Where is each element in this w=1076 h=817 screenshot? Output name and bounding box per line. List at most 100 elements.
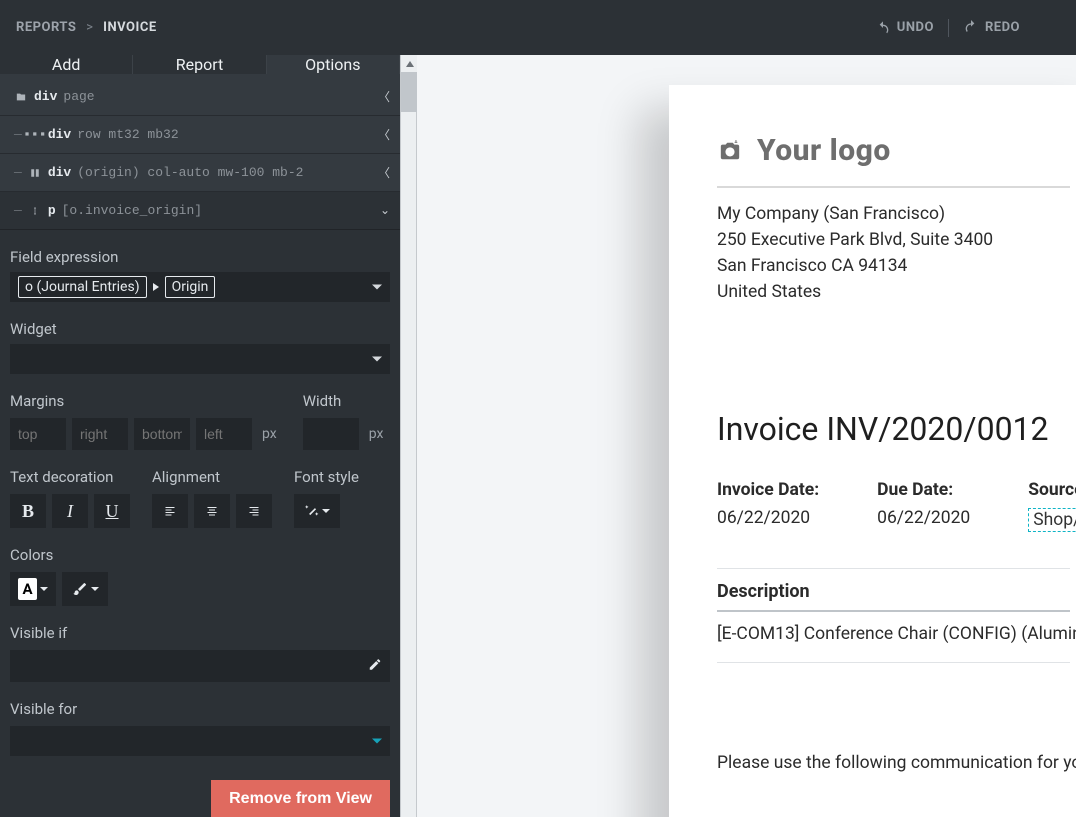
topbar: REPORTS > INVOICE UNDO REDO xyxy=(0,0,1076,55)
margin-bottom-input[interactable] xyxy=(134,418,190,450)
preview-pane: Your logo My Company (San Francisco) 250… xyxy=(417,55,1076,817)
due-date-label: Due Date: xyxy=(877,480,970,500)
dropdown-caret-icon xyxy=(40,587,48,591)
company-address: My Company (San Francisco) 250 Executive… xyxy=(717,202,1070,306)
tree-tag: div xyxy=(48,127,71,142)
redo-button[interactable]: REDO xyxy=(963,20,1020,36)
field-expression-label: Field expression xyxy=(10,248,390,266)
tab-add[interactable]: Add xyxy=(0,55,133,74)
panel-scrollbar[interactable] xyxy=(400,55,417,817)
scroll-thumb[interactable] xyxy=(401,72,418,112)
tree-row-row[interactable]: — ▪▪▪ div row mt32 mb32 〈 xyxy=(0,116,400,154)
invoice-date-label: Invoice Date: xyxy=(717,480,819,500)
bold-icon: B xyxy=(22,501,34,522)
undo-icon xyxy=(875,20,891,36)
tree-row-page[interactable]: div page 〈 xyxy=(0,78,400,116)
tree-class: row mt32 mb32 xyxy=(77,127,178,142)
margin-left-input[interactable] xyxy=(196,418,252,450)
visible-if-label: Visible if xyxy=(10,624,390,642)
logo-row: Your logo xyxy=(717,133,1070,188)
width-unit: px xyxy=(365,426,388,442)
invoice-meta-row: Invoice Date: 06/22/2020 Due Date: 06/22… xyxy=(717,480,1070,532)
wand-icon xyxy=(305,504,319,518)
undo-button[interactable]: UNDO xyxy=(875,20,934,36)
logo-text: Your logo xyxy=(757,133,891,168)
align-center-button[interactable] xyxy=(194,494,230,528)
invoice-date: Invoice Date: 06/22/2020 xyxy=(717,480,819,532)
invoice-title: Invoice INV/2020/0012 xyxy=(717,410,1070,448)
document-preview: Your logo My Company (San Francisco) 250… xyxy=(669,85,1076,817)
communication-text: Please use the following communication f… xyxy=(717,753,1070,773)
fill-color-button[interactable] xyxy=(62,572,108,606)
breadcrumb: REPORTS > INVOICE xyxy=(16,20,157,35)
source-label: Source: xyxy=(1028,480,1076,500)
chip-model[interactable]: o (Journal Entries) xyxy=(18,276,147,298)
redo-label: REDO xyxy=(985,20,1020,35)
margin-top-input[interactable] xyxy=(10,418,66,450)
align-left-icon xyxy=(162,505,178,517)
italic-icon: I xyxy=(67,501,73,522)
table-header-description: Description xyxy=(717,568,1070,612)
tree-row-field[interactable]: — p [o.invoice_origin] ⌄ xyxy=(0,192,400,230)
margin-right-input[interactable] xyxy=(72,418,128,450)
tree-row-col[interactable]: — div (origin) col-auto mw-100 mb-2 〈 xyxy=(0,154,400,192)
invoice-date-value: 06/22/2020 xyxy=(717,508,819,528)
text-color-icon: A xyxy=(18,578,36,600)
undo-label: UNDO xyxy=(897,20,934,35)
dropdown-caret-icon xyxy=(372,285,382,290)
tree-tag: div xyxy=(48,165,71,180)
breadcrumb-current: INVOICE xyxy=(103,20,156,35)
font-style-label: Font style xyxy=(294,468,390,486)
text-cursor-icon xyxy=(28,205,42,217)
scroll-up-icon[interactable] xyxy=(401,55,418,72)
tab-options[interactable]: Options xyxy=(267,55,400,74)
breadcrumb-root[interactable]: REPORTS xyxy=(16,20,76,35)
underline-icon: U xyxy=(106,501,119,522)
text-decoration-label: Text decoration xyxy=(10,468,130,486)
dropdown-caret-icon xyxy=(91,587,99,591)
visible-if-input[interactable] xyxy=(10,650,390,682)
bold-button[interactable]: B xyxy=(10,494,46,528)
widget-select[interactable] xyxy=(10,344,390,374)
properties-panel: Field expression o (Journal Entries) Ori… xyxy=(0,230,400,817)
folder-icon xyxy=(14,92,28,102)
source-value[interactable]: Shop/0004 xyxy=(1028,508,1076,532)
column-icon xyxy=(28,168,42,178)
breadcrumb-separator: > xyxy=(86,20,93,35)
dropdown-caret-icon xyxy=(372,739,382,744)
visible-for-label: Visible for xyxy=(10,700,390,718)
widget-label: Widget xyxy=(10,320,390,338)
field-expression-input[interactable]: o (Journal Entries) Origin xyxy=(10,272,390,302)
camera-icon xyxy=(717,140,743,162)
pencil-icon xyxy=(368,657,382,676)
address-line: San Francisco CA 94134 xyxy=(717,254,1070,280)
address-line: My Company (San Francisco) xyxy=(717,202,1070,228)
topbar-actions: UNDO REDO xyxy=(875,19,1060,37)
row-icon: ▪▪▪ xyxy=(28,127,42,142)
chevron-down-icon: ⌄ xyxy=(380,203,390,218)
underline-button[interactable]: U xyxy=(94,494,130,528)
text-color-button[interactable]: A xyxy=(10,572,56,606)
due-date-value: 06/22/2020 xyxy=(877,508,970,528)
italic-button[interactable]: I xyxy=(52,494,88,528)
source: Source: Shop/0004 xyxy=(1028,480,1076,532)
left-panel: Add Report Options div page 〈 — ▪▪▪ div … xyxy=(0,55,400,817)
chevron-left-icon: 〈 xyxy=(378,126,390,143)
tab-report[interactable]: Report xyxy=(133,55,266,74)
align-left-button[interactable] xyxy=(152,494,188,528)
table-row: [E-COM13] Conference Chair (CONFIG) (Alu… xyxy=(717,612,1070,663)
brush-icon xyxy=(72,581,88,597)
width-input[interactable] xyxy=(303,418,359,450)
chevron-right-icon xyxy=(153,283,159,291)
chip-field[interactable]: Origin xyxy=(165,276,216,298)
alignment-label: Alignment xyxy=(152,468,272,486)
tree-tag: p xyxy=(48,203,56,218)
address-line: United States xyxy=(717,280,1070,306)
panel-tabs: Add Report Options xyxy=(0,55,400,74)
dropdown-caret-icon xyxy=(322,509,330,513)
font-style-button[interactable] xyxy=(294,494,340,528)
visible-for-select[interactable] xyxy=(10,726,390,756)
tree-tag: div xyxy=(34,89,57,104)
remove-from-view-button[interactable]: Remove from View xyxy=(211,780,390,817)
align-right-button[interactable] xyxy=(236,494,272,528)
